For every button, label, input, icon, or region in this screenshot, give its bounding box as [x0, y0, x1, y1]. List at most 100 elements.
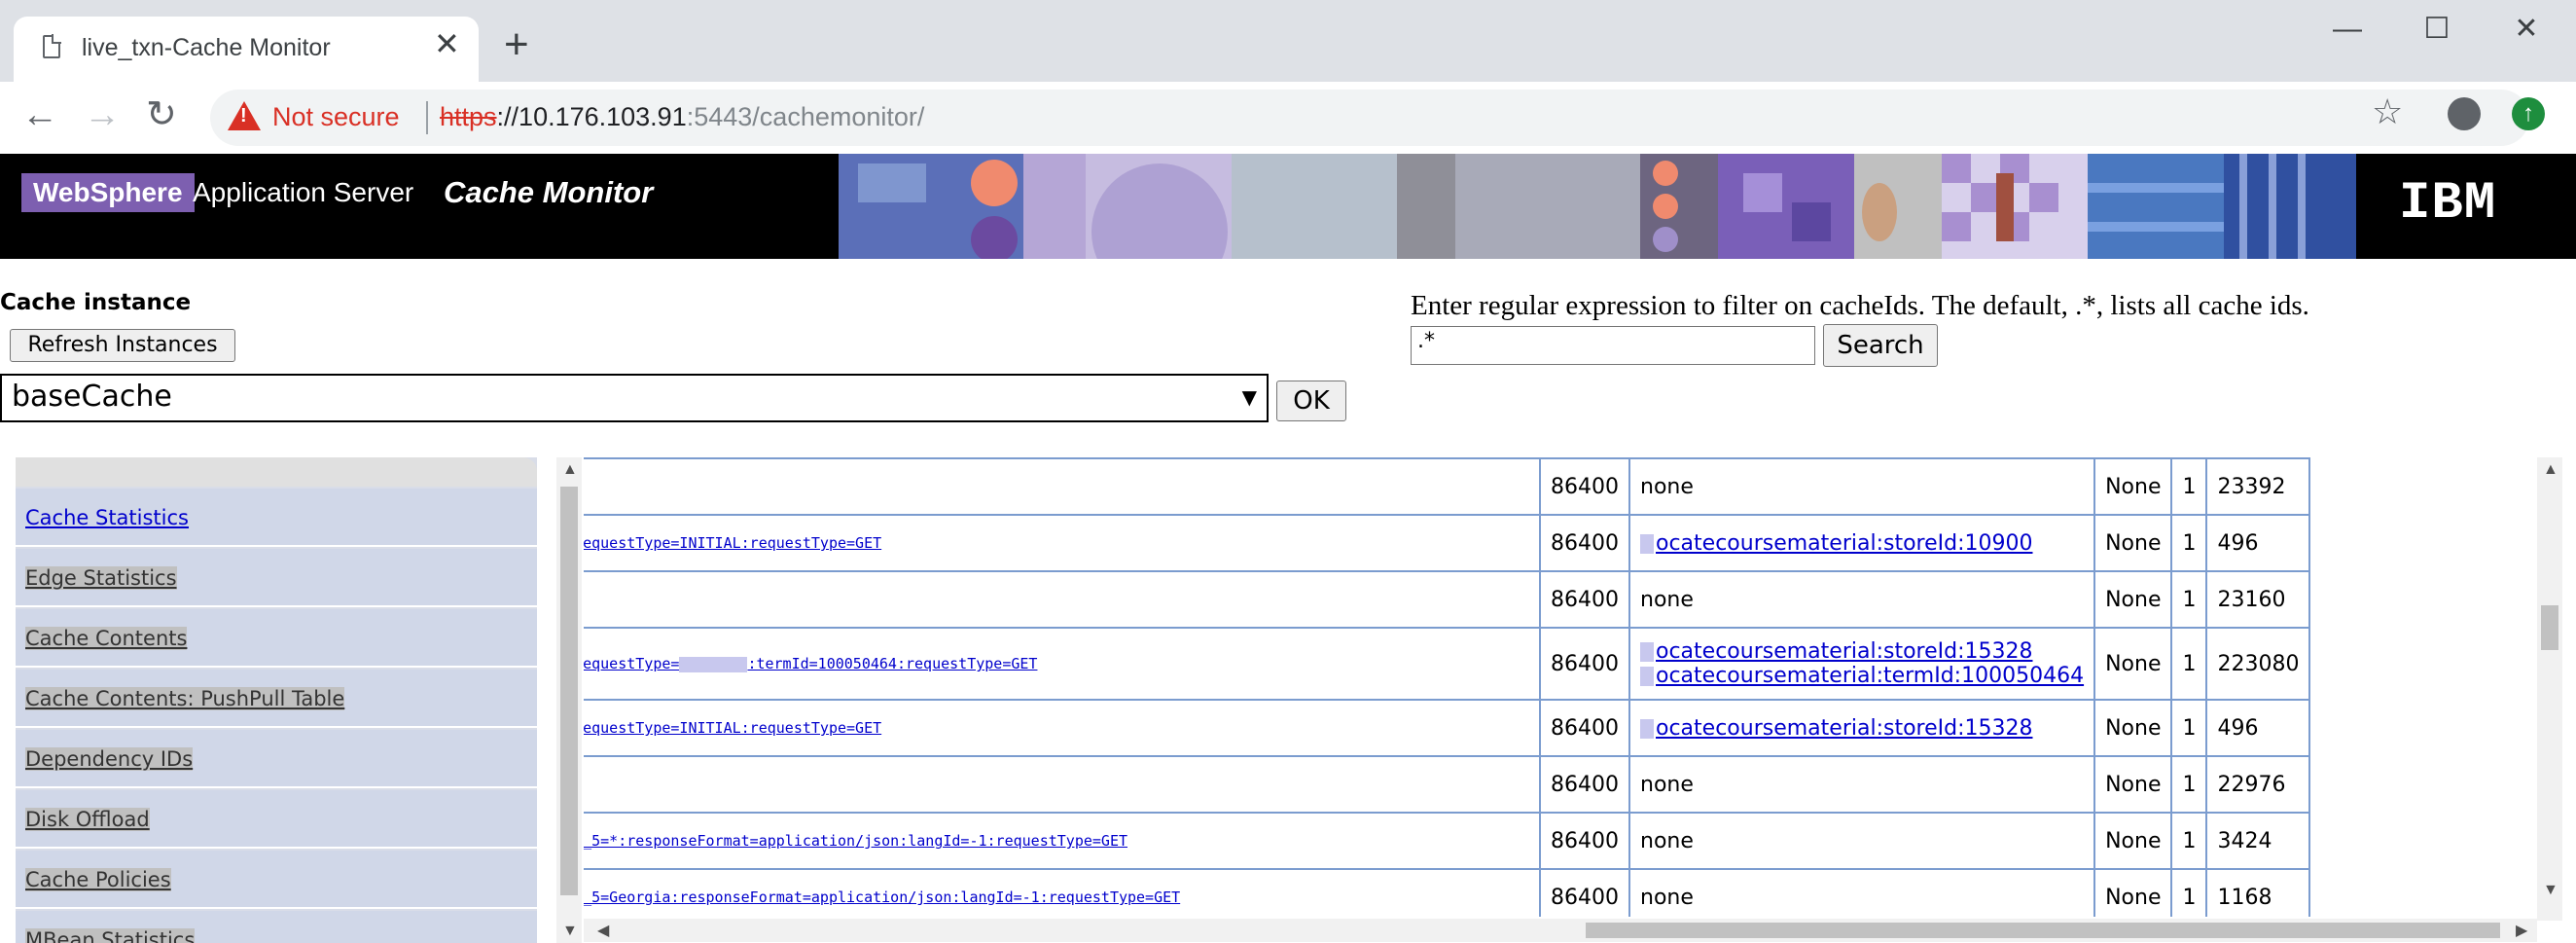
address-bar[interactable]: Not secure https://10.176.103.91:5443/ca… [210, 90, 2529, 146]
back-arrow-icon[interactable]: ← [21, 95, 58, 134]
dependency-link[interactable]: ocatecoursematerial:termId:100050464 [1640, 664, 2084, 688]
size-cell: 496 [2205, 514, 2311, 572]
scroll-down-arrow-icon[interactable]: ▼ [562, 923, 578, 940]
dependency-link[interactable]: ocatecoursematerial:storeId:10900 [1640, 531, 2084, 556]
nav-item-pushpull-table[interactable]: Cache Contents: PushPull Table [16, 670, 537, 728]
nav-item-cache-policies[interactable]: Cache Policies [16, 851, 537, 909]
scroll-up-arrow-icon[interactable]: ▲ [562, 461, 578, 479]
redacted-block [679, 656, 748, 672]
dependency-cell: ocatecoursematerial:storeId:15328 ocatec… [1628, 627, 2096, 701]
nav-item-cache-contents[interactable]: Cache Contents [16, 609, 537, 668]
cache-contents-table: 86400 none None 1 23392 n:requestType=IN… [584, 457, 2311, 917]
dependency-link[interactable]: ocatecoursematerial:storeId:15328 [1640, 716, 2084, 741]
nav-item-label[interactable]: Dependency IDs [25, 747, 194, 771]
table-row: n:requestType=:termId=100050464:requestT… [584, 627, 2311, 701]
url-scheme: https [440, 102, 497, 131]
nav-item-label[interactable]: Cache Policies [25, 868, 171, 891]
timeout-cell: 86400 [1539, 812, 1630, 870]
nav-scroll-thumb[interactable] [560, 487, 578, 895]
table-row: 86400 none None 1 23160 [584, 570, 2311, 629]
priority-cell: None [2093, 627, 2173, 701]
account-icon[interactable] [2448, 97, 2481, 130]
priority-cell: None [2093, 755, 2173, 814]
size-cell: 223080 [2205, 627, 2311, 701]
nav-item-label[interactable]: Cache Statistics [25, 506, 189, 529]
nav-item-label[interactable]: Disk Offload [25, 808, 150, 831]
cache-instance-select[interactable]: baseCache ▼ [0, 374, 1269, 422]
new-tab-button[interactable]: + [504, 23, 529, 66]
url-text[interactable]: https://10.176.103.91:5443/cachemonitor/ [440, 102, 924, 132]
nav-item-edge-statistics[interactable]: Edge Statistics [16, 549, 537, 607]
ok-button[interactable]: OK [1276, 381, 1346, 421]
count-cell: 1 [2170, 570, 2208, 629]
scroll-down-arrow-icon[interactable]: ▼ [2543, 882, 2558, 899]
dependency-text: ocatecoursematerial:storeId:10900 [1656, 530, 2033, 556]
scroll-left-arrow-icon[interactable]: ◀ [597, 921, 609, 940]
update-icon[interactable]: ↑ [2512, 97, 2545, 130]
cache-contents-table-view: 86400 none None 1 23392 n:requestType=IN… [584, 457, 2531, 917]
nav-item-label[interactable]: MBean Statistics [25, 928, 196, 943]
dependency-cell: none [1628, 570, 2096, 629]
cache-id-cell: ken_5=*:responseFormat=application/json:… [584, 812, 1541, 870]
maximize-button[interactable]: ☐ [2393, 10, 2481, 49]
minimize-button[interactable]: — [2304, 10, 2391, 49]
scroll-up-arrow-icon[interactable]: ▲ [2543, 461, 2558, 479]
cache-id-link[interactable]: n:requestType=INITIAL:requestType=GET [584, 719, 881, 737]
redacted-block [1640, 667, 1654, 686]
dependency-none: none [1640, 828, 1694, 853]
size-cell: 1168 [2205, 868, 2311, 917]
websphere-banner: WebSphere Application Server Cache Monit… [0, 154, 2576, 259]
cache-id-link[interactable]: ken_5=Georgia:responseFormat=application… [584, 889, 1180, 906]
priority-cell: None [2093, 514, 2173, 572]
dependency-link[interactable]: ocatecoursematerial:storeId:15328 [1640, 639, 2084, 664]
close-window-button[interactable]: ✕ [2483, 10, 2570, 49]
timeout-cell: 86400 [1539, 868, 1630, 917]
nav-item-label[interactable]: Cache Contents: PushPull Table [25, 687, 345, 710]
tab-title: live_txn-Cache Monitor [82, 34, 331, 61]
table-horizontal-scrollbar[interactable]: ◀ ▶ [584, 919, 2537, 942]
cache-id-link[interactable]: ken_5=*:responseFormat=application/json:… [584, 832, 1127, 850]
nav-item-disk-offload[interactable]: Disk Offload [16, 790, 537, 849]
size-cell: 23160 [2205, 570, 2311, 629]
timeout-cell: 86400 [1539, 514, 1630, 572]
security-status[interactable]: Not secure [272, 102, 400, 132]
filter-input[interactable]: .* [1411, 326, 1815, 365]
cache-id-link[interactable]: n:requestType=:termId=100050464:requestT… [584, 655, 1037, 672]
browser-tab-strip: live_txn-Cache Monitor ✕ + — ☐ ✕ [0, 0, 2576, 82]
scroll-right-arrow-icon[interactable]: ▶ [2516, 921, 2527, 940]
cache-id-cell: n:requestType=INITIAL:requestType=GET [584, 514, 1541, 572]
table-row: 86400 none None 1 23392 [584, 457, 2311, 516]
nav-item-cache-statistics[interactable]: Cache Statistics [16, 489, 537, 547]
ibm-logo: IBM [2399, 174, 2497, 234]
nav-item-label[interactable]: Cache Contents [25, 627, 188, 650]
table-hscroll-thumb[interactable] [1586, 923, 2500, 938]
cache-id-cell [584, 457, 1541, 516]
priority-cell: None [2093, 570, 2173, 629]
table-scrollbar[interactable]: ▲ ▼ [2537, 457, 2562, 921]
dependency-text: ocatecoursematerial:storeId:15328 [1656, 715, 2033, 741]
nav-item-mbean-statistics[interactable]: MBean Statistics [16, 911, 537, 943]
bookmark-star-icon[interactable]: ☆ [2372, 91, 2403, 132]
nav-item-dependency-ids[interactable]: Dependency IDs [16, 730, 537, 788]
url-host: ://10.176.103.91 [496, 102, 687, 131]
table-row: ken_5=*:responseFormat=application/json:… [584, 812, 2311, 870]
nav-scrollbar[interactable]: ▲ ▼ [556, 457, 582, 943]
reload-icon[interactable]: ↻ [146, 95, 177, 134]
cache-id-cell [584, 755, 1541, 814]
size-cell: 22976 [2205, 755, 2311, 814]
table-scroll-thumb[interactable] [2541, 605, 2558, 650]
forward-arrow-icon[interactable]: → [84, 95, 121, 134]
banner-title: Cache Monitor [444, 175, 654, 209]
dependency-none: none [1640, 474, 1694, 499]
url-port: :5443 [686, 102, 753, 131]
browser-tab[interactable]: live_txn-Cache Monitor ✕ [14, 17, 479, 82]
close-tab-icon[interactable]: ✕ [434, 28, 460, 59]
warning-icon[interactable] [228, 101, 261, 130]
nav-item-label[interactable]: Edge Statistics [25, 566, 177, 590]
timeout-cell: 86400 [1539, 755, 1630, 814]
count-cell: 1 [2170, 868, 2208, 917]
search-button[interactable]: Search [1823, 324, 1938, 367]
cache-id-link[interactable]: n:requestType=INITIAL:requestType=GET [584, 534, 881, 552]
refresh-instances-button[interactable]: Refresh Instances [10, 329, 235, 362]
browser-toolbar: ← → ↻ Not secure https://10.176.103.91:5… [0, 82, 2576, 155]
